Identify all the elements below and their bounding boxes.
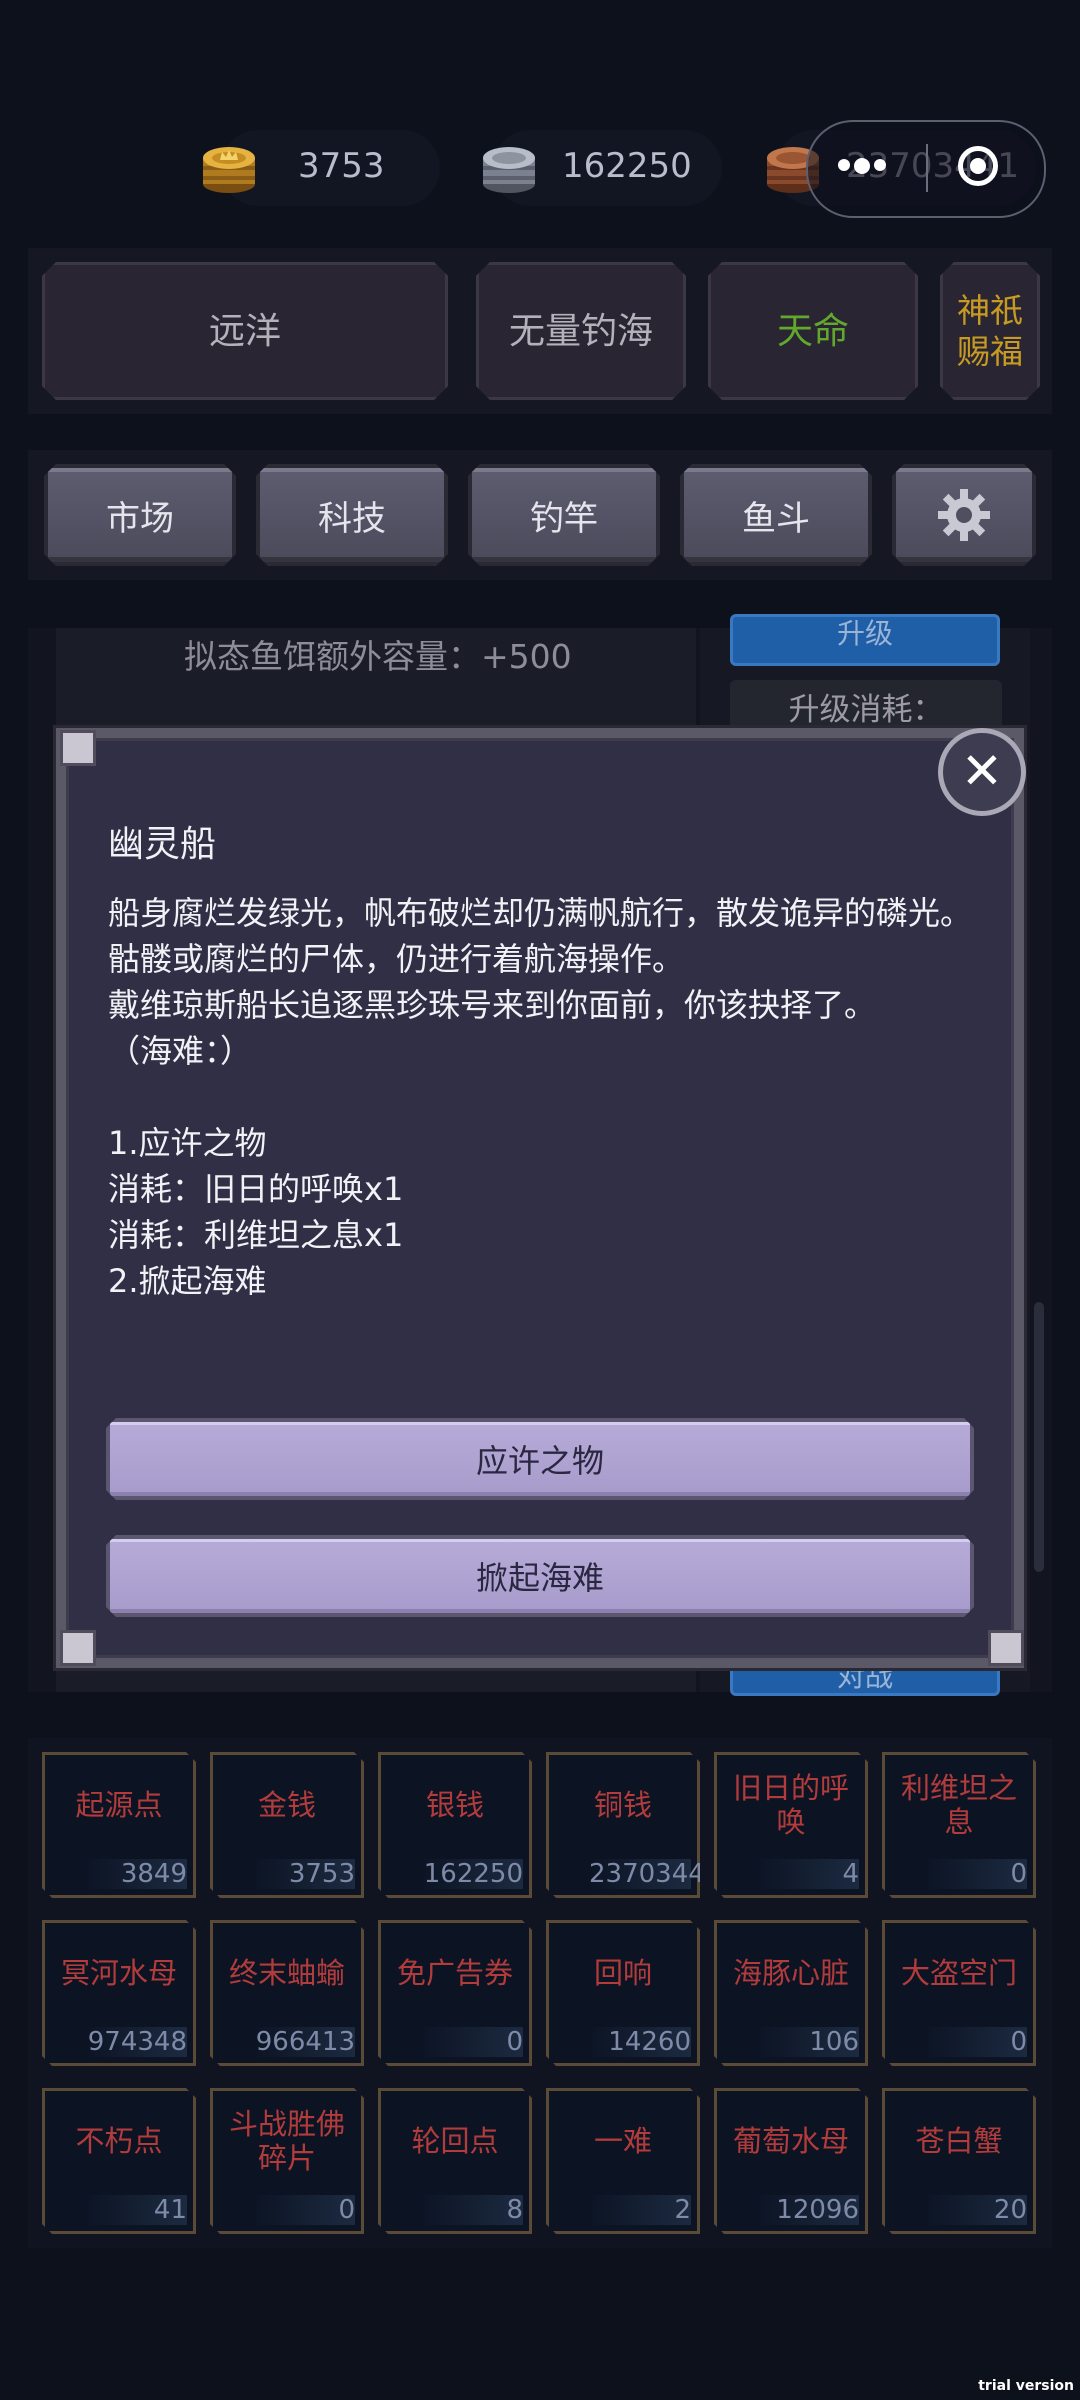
inventory-item[interactable]: 终末蚰蝓 966413 xyxy=(210,1920,364,2066)
inventory-item-count: 162250 xyxy=(421,1859,523,1889)
raise-disaster-button[interactable]: 掀起海难 xyxy=(106,1535,974,1617)
inventory-item-count: 41 xyxy=(85,2195,187,2225)
inventory-item-name: 旧日的呼唤 xyxy=(732,1771,849,1839)
modal-corner-br xyxy=(988,1630,1024,1666)
gold-coin-stack-icon xyxy=(200,138,258,196)
upgrade-cost-text: 升级消耗： xyxy=(788,692,944,728)
inventory-item-count: 106 xyxy=(757,2027,859,2057)
inventory-item-name: 免广告券 xyxy=(396,1956,513,1990)
mode-blessing-button[interactable]: 神祇 赐福 xyxy=(940,262,1040,400)
inventory-item-name: 冥河水母 xyxy=(60,1956,177,1990)
inventory-item-count: 3849 xyxy=(85,1859,187,1889)
nav-rod-button[interactable]: 钓竿 xyxy=(468,464,660,566)
inventory-item-name: 斗战胜佛碎片 xyxy=(228,2107,345,2175)
inventory-item-name: 海豚心脏 xyxy=(732,1956,849,1990)
nav-fight-button[interactable]: 鱼斗 xyxy=(680,464,872,566)
inventory-item[interactable]: 葡萄水母 12096 xyxy=(714,2088,868,2234)
inventory-item-count: 14260 xyxy=(589,2027,691,2057)
scrollbar[interactable] xyxy=(1034,1302,1044,1572)
inventory-item[interactable]: 一难 2 xyxy=(546,2088,700,2234)
inventory-item[interactable]: 起源点 3849 xyxy=(42,1752,196,1898)
inventory-item-count: 4 xyxy=(757,1859,859,1889)
silver-coin-stack-icon xyxy=(480,138,538,196)
nav-tech-button[interactable]: 科技 xyxy=(256,464,448,566)
inventory-item[interactable]: 苍白蟹 20 xyxy=(882,2088,1036,2234)
inventory-item[interactable]: 轮回点 8 xyxy=(378,2088,532,2234)
dialog-title: 幽灵船 xyxy=(108,824,217,865)
mode-fate-button[interactable]: 天命 xyxy=(708,262,918,400)
inventory-item-name: 金钱 xyxy=(257,1788,316,1822)
inventory-item-count: 23703441 xyxy=(589,1859,722,1889)
inventory-item-count: 8 xyxy=(421,2195,523,2225)
inventory-item-name: 苍白蟹 xyxy=(915,2124,1003,2158)
mode-ocean-button[interactable]: 远洋 xyxy=(42,262,448,400)
inventory-item-count: 12096 xyxy=(757,2195,859,2225)
upgrade-button[interactable]: 升级 xyxy=(730,614,1000,666)
bait-capacity-text: 拟态鱼饵额外容量：+500 xyxy=(184,637,572,676)
upgrade-label: 升级 xyxy=(836,617,893,650)
inventory-item[interactable]: 免广告券 0 xyxy=(378,1920,532,2066)
inventory-item[interactable]: 旧日的呼唤 4 xyxy=(714,1752,868,1898)
promise-button[interactable]: 应许之物 xyxy=(106,1418,974,1500)
inventory-item-count: 974348 xyxy=(85,2027,187,2057)
inventory-item-name: 利维坦之息 xyxy=(900,1771,1017,1839)
inventory-item-count: 0 xyxy=(925,2027,1027,2057)
trial-watermark: trial version xyxy=(978,2378,1074,2394)
inventory-item[interactable]: 斗战胜佛碎片 0 xyxy=(210,2088,364,2234)
inventory-item-count: 0 xyxy=(253,2195,355,2225)
nav-market-button[interactable]: 市场 xyxy=(44,464,236,566)
inventory-item[interactable]: 回响 14260 xyxy=(546,1920,700,2066)
inventory-item-count: 3753 xyxy=(253,1859,355,1889)
close-button[interactable]: ✕ xyxy=(938,728,1026,816)
inventory-item-name: 终末蚰蝓 xyxy=(228,1956,345,1990)
capsule-divider xyxy=(926,144,928,192)
settings-button[interactable] xyxy=(892,464,1036,566)
inventory-item[interactable]: 利维坦之息 0 xyxy=(882,1752,1036,1898)
inventory-item[interactable]: 冥河水母 974348 xyxy=(42,1920,196,2066)
silver-amount: 162250 xyxy=(562,146,692,186)
mode-endless-button[interactable]: 无量钓海 xyxy=(476,262,686,400)
inventory-item-name: 葡萄水母 xyxy=(732,2124,849,2158)
more-icon[interactable] xyxy=(838,156,890,175)
gear-icon xyxy=(935,486,993,544)
inventory-item-name: 银钱 xyxy=(425,1788,484,1822)
inventory-item[interactable]: 不朽点 41 xyxy=(42,2088,196,2234)
inventory-item-count: 966413 xyxy=(253,2027,355,2057)
inventory-item[interactable]: 铜钱 23703441 xyxy=(546,1752,700,1898)
inventory-item-name: 轮回点 xyxy=(411,2124,499,2158)
inventory-item-count: 2 xyxy=(589,2195,691,2225)
inventory-item-count: 0 xyxy=(925,1859,1027,1889)
inventory-item[interactable]: 银钱 162250 xyxy=(378,1752,532,1898)
inventory-item-name: 不朽点 xyxy=(75,2124,163,2158)
dialog-body: 船身腐烂发绿光，帆布破烂却仍满帆航行，散发诡异的磷光。骷髅或腐烂的尸体，仍进行着… xyxy=(108,894,973,1300)
inventory-item-name: 大盗空门 xyxy=(900,1956,1017,1990)
inventory-item-count: 0 xyxy=(421,2027,523,2057)
close-target-icon[interactable] xyxy=(958,146,998,186)
inventory-item-name: 铜钱 xyxy=(593,1788,652,1822)
inventory-item[interactable]: 金钱 3753 xyxy=(210,1752,364,1898)
inventory-item[interactable]: 大盗空门 0 xyxy=(882,1920,1036,2066)
gold-amount: 3753 xyxy=(298,146,385,186)
inventory-item-count: 20 xyxy=(925,2195,1027,2225)
inventory-item[interactable]: 海豚心脏 106 xyxy=(714,1920,868,2066)
inventory-item-name: 起源点 xyxy=(75,1788,163,1822)
inventory-item-name: 一难 xyxy=(593,2124,652,2158)
modal-corner-tl xyxy=(60,730,96,766)
mini-program-capsule[interactable] xyxy=(806,120,1046,218)
inventory-item-name: 回响 xyxy=(593,1956,652,1990)
modal-corner-bl xyxy=(60,1630,96,1666)
